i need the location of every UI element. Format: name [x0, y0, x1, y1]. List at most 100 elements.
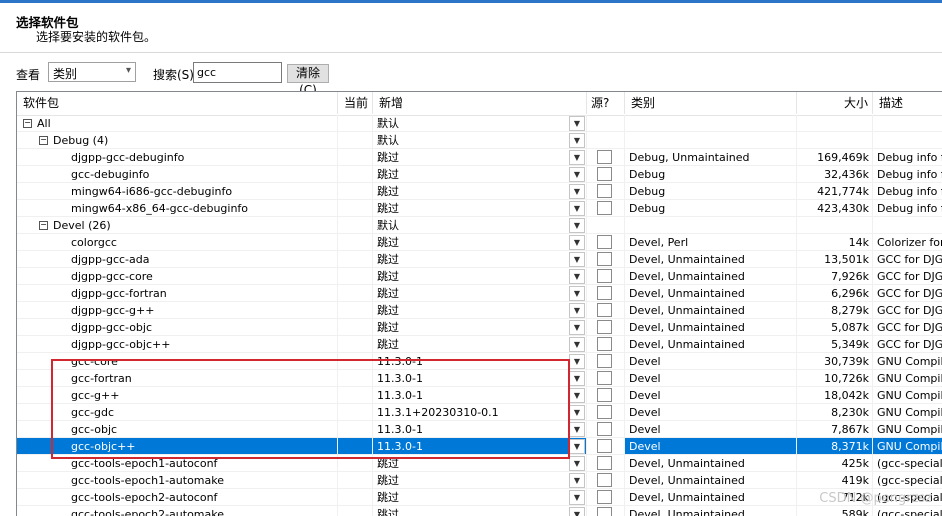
chevron-down-icon[interactable]: ▼ — [569, 507, 585, 516]
package-cell[interactable]: djgpp-gcc-core — [17, 268, 338, 285]
search-input[interactable] — [193, 62, 282, 83]
package-cell[interactable]: gcc-fortran — [17, 370, 338, 387]
package-cell[interactable]: gcc-debuginfo — [17, 166, 338, 183]
new-version-cell[interactable]: 11.3.0-1 — [373, 438, 587, 455]
col-header-size[interactable]: 大小 — [797, 92, 873, 114]
package-cell[interactable]: gcc-objc++ — [17, 438, 338, 455]
new-version-cell[interactable]: 11.3.0-1 — [373, 370, 587, 387]
new-version-cell[interactable]: 跳过 — [373, 302, 587, 319]
new-version-cell[interactable]: 默认 — [373, 217, 587, 234]
chevron-down-icon[interactable]: ▼ — [569, 218, 585, 233]
table-row[interactable]: gcc-tools-epoch2-autoconf 跳过 ▼ Devel, Unmai… — [17, 489, 942, 506]
table-row[interactable]: gcc-gdc 11.3.1+20230310-0.1 ▼ Devel 8,230k GN… — [17, 404, 942, 421]
source-checkbox[interactable] — [597, 269, 612, 283]
new-version-cell[interactable]: 11.3.0-1 — [373, 421, 587, 438]
chevron-down-icon[interactable]: ▼ — [569, 150, 585, 165]
new-version-cell[interactable]: 跳过 — [373, 455, 587, 472]
table-row[interactable]: gcc-objc++ 11.3.0-1▼ Devel8,371kGNU Compil… — [17, 438, 942, 455]
new-version-cell[interactable]: 跳过 — [373, 251, 587, 268]
table-row[interactable]: gcc-debuginfo 跳过▼ Debug32,436kDebug info f… — [17, 166, 942, 183]
table-row[interactable]: gcc-g++ 11.3.0-1▼ Devel18,042kGNU Compile — [17, 387, 942, 404]
new-version-cell[interactable]: 跳过 — [373, 506, 587, 516]
chevron-down-icon[interactable]: ▼ — [569, 184, 585, 199]
chevron-down-icon[interactable]: ▼ — [569, 422, 585, 437]
package-cell[interactable]: djgpp-gcc-fortran — [17, 285, 338, 302]
new-version-cell[interactable]: 跳过 — [373, 200, 587, 217]
package-cell[interactable]: − All — [17, 115, 338, 132]
source-checkbox[interactable] — [597, 167, 612, 181]
chevron-down-icon[interactable]: ▼ — [569, 371, 585, 386]
source-checkbox[interactable] — [597, 201, 612, 215]
new-version-cell[interactable]: 跳过 — [373, 234, 587, 251]
source-checkbox[interactable] — [597, 507, 612, 516]
chevron-down-icon[interactable]: ▼ — [569, 133, 585, 148]
col-header-source[interactable]: 源? — [587, 92, 625, 114]
new-version-cell[interactable]: 默认 — [373, 132, 587, 149]
chevron-down-icon[interactable]: ▼ — [569, 354, 585, 369]
source-checkbox[interactable] — [597, 439, 612, 453]
chevron-down-icon[interactable]: ▼ — [569, 269, 585, 284]
package-cell[interactable]: djgpp-gcc-ada — [17, 251, 338, 268]
chevron-down-icon[interactable]: ▼ — [569, 456, 585, 471]
source-checkbox[interactable] — [597, 490, 612, 504]
col-header-category[interactable]: 类别 — [625, 92, 797, 114]
table-row[interactable]: mingw64-x86_64-gcc-debuginfo 跳过 ▼ Debug 423,… — [17, 200, 942, 217]
new-version-cell[interactable]: 默认 — [373, 115, 587, 132]
package-cell[interactable]: gcc-tools-epoch2-automake — [17, 506, 338, 516]
new-version-cell[interactable]: 跳过 — [373, 285, 587, 302]
new-version-cell[interactable]: 11.3.0-1 — [373, 353, 587, 370]
table-row[interactable]: colorgcc 跳过▼ Devel, Perl14kColorizer for G — [17, 234, 942, 251]
new-version-cell[interactable]: 跳过 — [373, 336, 587, 353]
source-checkbox[interactable] — [597, 456, 612, 470]
table-row[interactable]: djgpp-gcc-core 跳过 ▼ Devel, Unmaintained 7,92… — [17, 268, 942, 285]
table-row[interactable]: − Devel (26) 默认 ▼ — [17, 217, 942, 234]
source-checkbox[interactable] — [597, 388, 612, 402]
new-version-cell[interactable]: 跳过 — [373, 319, 587, 336]
table-row[interactable]: gcc-tools-epoch1-autoconf 跳过 ▼ Devel, Unmai… — [17, 455, 942, 472]
table-row[interactable]: − Debug (4) 默认 ▼ — [17, 132, 942, 149]
chevron-down-icon[interactable]: ▼ — [569, 320, 585, 335]
source-checkbox[interactable] — [597, 337, 612, 351]
chevron-down-icon[interactable]: ▼ — [569, 252, 585, 267]
chevron-down-icon[interactable]: ▼ — [569, 439, 585, 454]
table-row[interactable]: mingw64-i686-gcc-debuginfo 跳过 ▼ Debug 421,77… — [17, 183, 942, 200]
new-version-cell[interactable]: 11.3.1+20230310-0.1 — [373, 404, 587, 421]
view-select[interactable]: 类别 ▾ — [48, 62, 136, 82]
source-checkbox[interactable] — [597, 150, 612, 164]
chevron-down-icon[interactable]: ▼ — [569, 116, 585, 131]
col-header-new[interactable]: 新增 — [373, 92, 587, 114]
collapse-icon[interactable]: − — [23, 118, 32, 128]
source-checkbox[interactable] — [597, 371, 612, 385]
source-checkbox[interactable] — [597, 405, 612, 419]
source-checkbox[interactable] — [597, 354, 612, 368]
package-cell[interactable]: colorgcc — [17, 234, 338, 251]
new-version-cell[interactable]: 跳过 — [373, 268, 587, 285]
package-cell[interactable]: djgpp-gcc-debuginfo — [17, 149, 338, 166]
chevron-down-icon[interactable]: ▼ — [569, 473, 585, 488]
table-row[interactable]: djgpp-gcc-debuginfo 跳过 ▼ Debug, Unmaintaine… — [17, 149, 942, 166]
table-row[interactable]: gcc-tools-epoch1-automake 跳过 ▼ Devel, Unmai… — [17, 472, 942, 489]
new-version-cell[interactable]: 跳过 — [373, 472, 587, 489]
package-cell[interactable]: gcc-tools-epoch1-autoconf — [17, 455, 338, 472]
package-cell[interactable]: mingw64-i686-gcc-debuginfo — [17, 183, 338, 200]
source-checkbox[interactable] — [597, 422, 612, 436]
table-row[interactable]: djgpp-gcc-ada 跳过 ▼ Devel, Unmaintained 13,50… — [17, 251, 942, 268]
chevron-down-icon[interactable]: ▼ — [569, 405, 585, 420]
package-cell[interactable]: gcc-tools-epoch1-automake — [17, 472, 338, 489]
table-row[interactable]: djgpp-gcc-objc++ 跳过 ▼ Devel, Unmaintained 5,… — [17, 336, 942, 353]
package-cell[interactable]: djgpp-gcc-g++ — [17, 302, 338, 319]
table-row[interactable]: djgpp-gcc-fortran 跳过 ▼ Devel, Unmaintained 6… — [17, 285, 942, 302]
clear-button[interactable]: 清除(C) — [287, 64, 329, 97]
col-header-current[interactable]: 当前 — [338, 92, 373, 114]
source-checkbox[interactable] — [597, 286, 612, 300]
table-row[interactable]: gcc-core 11.3.0-1▼ Devel30,739kGNU Compile — [17, 353, 942, 370]
package-cell[interactable]: gcc-core — [17, 353, 338, 370]
package-cell[interactable]: djgpp-gcc-objc — [17, 319, 338, 336]
source-checkbox[interactable] — [597, 320, 612, 334]
new-version-cell[interactable]: 跳过 — [373, 183, 587, 200]
new-version-cell[interactable]: 跳过 — [373, 489, 587, 506]
col-header-description[interactable]: 描述 — [873, 92, 942, 114]
table-row[interactable]: gcc-objc 11.3.0-1▼ Devel7,867kGNU Compile — [17, 421, 942, 438]
package-cell[interactable]: mingw64-x86_64-gcc-debuginfo — [17, 200, 338, 217]
package-cell[interactable]: − Debug (4) — [17, 132, 338, 149]
